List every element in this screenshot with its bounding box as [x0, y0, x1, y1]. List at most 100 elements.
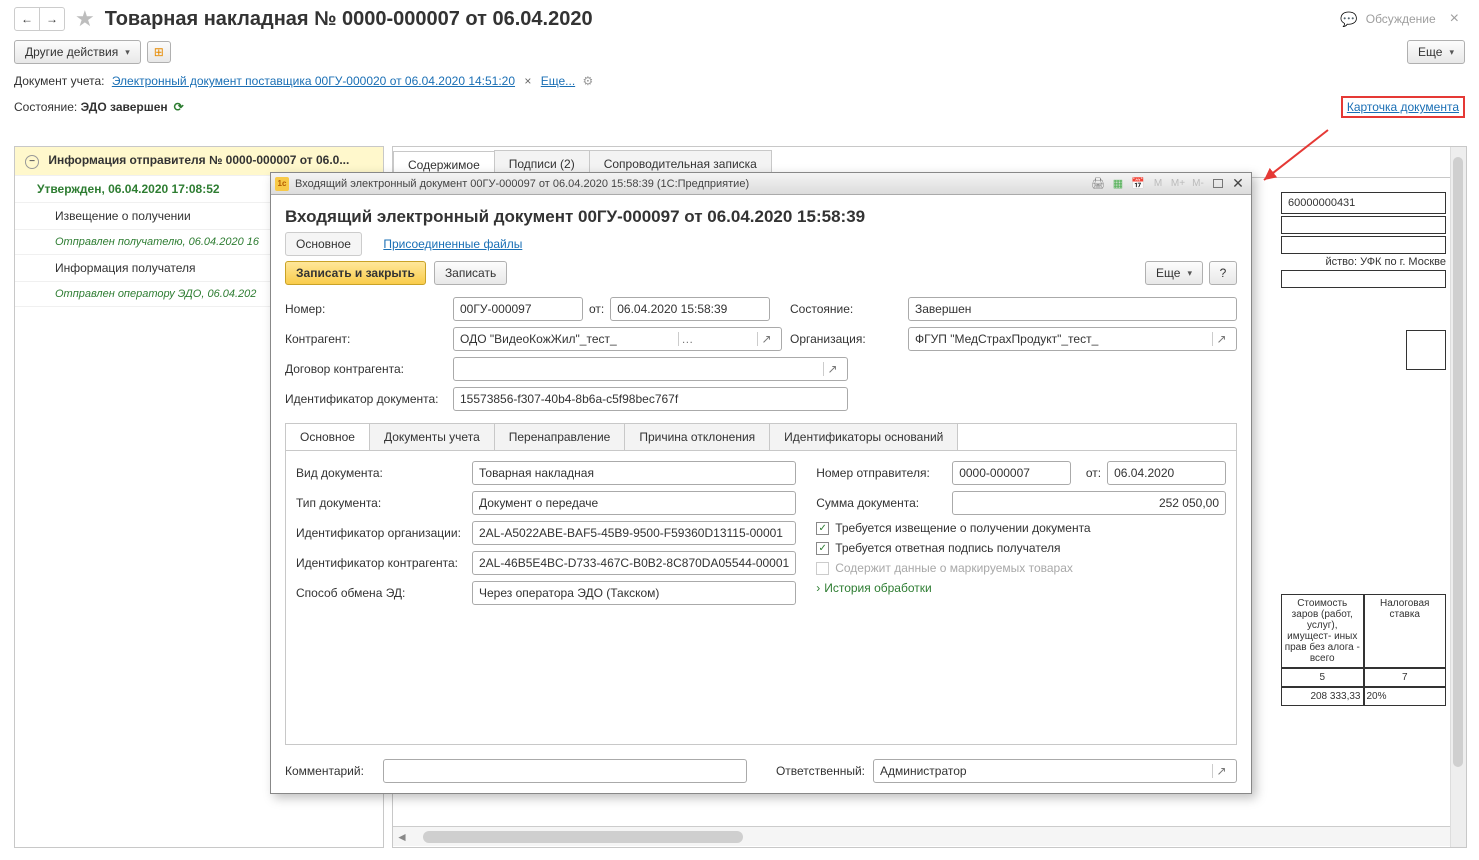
- chk-notice[interactable]: ✓ Требуется извещение о получении докуме…: [816, 521, 1226, 535]
- state-label: Состояние:: [790, 302, 900, 316]
- discussion-label[interactable]: Обсуждение: [1366, 12, 1436, 26]
- vertical-scrollbar[interactable]: [1450, 147, 1466, 847]
- bg-empty-3: [1281, 270, 1446, 288]
- gear-icon[interactable]: ⚙: [583, 74, 594, 88]
- structure-button[interactable]: ⊞: [147, 41, 171, 63]
- counterparty-label: Контрагент:: [285, 332, 445, 346]
- from-label: от:: [589, 302, 604, 316]
- discussion-icon[interactable]: 💬: [1340, 11, 1357, 28]
- nav-back-button[interactable]: ←: [14, 7, 40, 31]
- bg-val-5: 208 333,33: [1281, 687, 1364, 706]
- help-button[interactable]: ?: [1209, 261, 1237, 285]
- doc-account-link[interactable]: Электронный документ поставщика 00ГУ-000…: [112, 74, 515, 88]
- bg-col-rate: Налоговая ставка: [1364, 594, 1447, 668]
- open-icon[interactable]: ↗: [1212, 764, 1230, 778]
- history-link[interactable]: › История обработки: [816, 581, 1226, 595]
- favorite-star-icon[interactable]: ★: [75, 6, 95, 32]
- hscroll-left-icon[interactable]: ◄: [393, 830, 411, 844]
- sum-label: Сумма документа:: [816, 496, 946, 510]
- responsible-input[interactable]: Администратор ↗: [873, 759, 1237, 783]
- close-page-icon[interactable]: ×: [1444, 10, 1465, 28]
- doc-type-input[interactable]: Документ о передаче: [472, 491, 796, 515]
- chk-signature[interactable]: ✓ Требуется ответная подпись получателя: [816, 541, 1226, 555]
- responsible-label: Ответственный:: [755, 764, 865, 778]
- doc-account-clear-icon[interactable]: ×: [524, 74, 531, 88]
- calendar-icon[interactable]: 📅: [1129, 176, 1147, 192]
- cparty-id-input[interactable]: 2AL-46B5E4BC-D733-467C-B0B2-8C870DA05544…: [472, 551, 796, 575]
- inner-tab-reject[interactable]: Причина отклонения: [625, 424, 770, 450]
- number-input[interactable]: 00ГУ-000097: [453, 297, 583, 321]
- open-icon[interactable]: ↗: [757, 332, 775, 346]
- status-label: Состояние:: [14, 100, 77, 114]
- organization-label: Организация:: [790, 332, 900, 346]
- print-icon[interactable]: 🖨: [1089, 176, 1107, 192]
- maximize-icon[interactable]: [1209, 176, 1227, 192]
- structure-icon: ⊞: [154, 45, 164, 59]
- modal-nav-files[interactable]: Присоединенные файлы: [383, 237, 522, 251]
- exchange-input[interactable]: Через оператора ЭДО (Такском): [472, 581, 796, 605]
- sender-from-label: от:: [1077, 466, 1101, 480]
- comment-label: Комментарий:: [285, 764, 375, 778]
- from-input[interactable]: 06.04.2020 15:58:39: [610, 297, 770, 321]
- vscroll-thumb[interactable]: [1453, 157, 1463, 767]
- collapse-icon[interactable]: −: [25, 155, 39, 169]
- horizontal-scrollbar[interactable]: ◄ ►: [393, 826, 1466, 846]
- inner-tab-redirect[interactable]: Перенаправление: [495, 424, 626, 450]
- incoming-edoc-modal: 1c Входящий электронный документ 00ГУ-00…: [270, 172, 1252, 794]
- contract-input[interactable]: ↗: [453, 357, 848, 381]
- modal-heading: Входящий электронный документ 00ГУ-00009…: [285, 207, 1237, 227]
- org-id-input[interactable]: 2AL-A5022ABE-BAF5-45B9-9500-F59360D13115…: [472, 521, 796, 545]
- inner-tab-main[interactable]: Основное: [286, 424, 370, 450]
- bg-val-7: 20%: [1364, 687, 1447, 706]
- hscroll-thumb[interactable]: [423, 831, 743, 843]
- write-button[interactable]: Записать: [434, 261, 507, 285]
- number-label: Номер:: [285, 302, 445, 316]
- more-label: Еще: [1418, 45, 1442, 59]
- refresh-icon[interactable]: ⟳: [174, 100, 184, 114]
- other-actions-button[interactable]: Другие действия: [14, 40, 141, 64]
- doc-kind-input[interactable]: Товарная накладная: [472, 461, 796, 485]
- m-icon[interactable]: M: [1149, 176, 1167, 192]
- checkbox-unchecked-icon: [816, 562, 829, 575]
- open-icon[interactable]: ↗: [823, 362, 841, 376]
- doc-account-more-link[interactable]: Еще...: [541, 74, 575, 88]
- nav-forward-button[interactable]: →: [39, 7, 65, 31]
- organization-input[interactable]: ФГУП "МедСтрахПродукт"_тест_ ↗: [908, 327, 1237, 351]
- m-plus-icon[interactable]: M+: [1169, 176, 1187, 192]
- more-button[interactable]: Еще: [1407, 40, 1465, 64]
- doc-id-input[interactable]: 15573856-f307-40b4-8b6a-c5f98bec767f: [453, 387, 848, 411]
- other-actions-label: Другие действия: [25, 45, 118, 59]
- m-minus-icon[interactable]: M-: [1189, 176, 1207, 192]
- counterparty-input[interactable]: ОДО "ВидеоКожЖил"_тест_ … ↗: [453, 327, 782, 351]
- modal-close-icon[interactable]: ✕: [1229, 176, 1247, 192]
- sender-from-input[interactable]: 06.04.2020: [1107, 461, 1226, 485]
- tree-header-label: Информация отправителя № 0000-000007 от …: [48, 153, 349, 167]
- modal-more-label: Еще: [1156, 266, 1180, 280]
- chk-marking[interactable]: Содержит данные о маркируемых товарах: [816, 561, 1226, 575]
- bg-col-cost: Стоимость заров (работ, услуг), имущест-…: [1281, 594, 1364, 668]
- open-icon[interactable]: ↗: [1212, 332, 1230, 346]
- select-icon[interactable]: …: [678, 332, 696, 346]
- bg-treasury: йство: УФК по г. Москве: [1281, 256, 1446, 268]
- inner-tab-ids[interactable]: Идентификаторы оснований: [770, 424, 958, 450]
- inner-tab-ledger[interactable]: Документы учета: [370, 424, 495, 450]
- modal-more-button[interactable]: Еще: [1145, 261, 1203, 285]
- grid-icon[interactable]: ▦: [1109, 176, 1127, 192]
- sender-no-input[interactable]: 0000-000007: [952, 461, 1071, 485]
- chevron-right-icon: ›: [816, 581, 820, 595]
- comment-input[interactable]: [383, 759, 747, 783]
- bg-box-1: [1406, 330, 1446, 370]
- background-doc-fragment: 60000000431 йство: УФК по г. Москве: [1281, 192, 1446, 372]
- document-card-link[interactable]: Карточка документа: [1347, 100, 1459, 114]
- bg-colnum-5: 5: [1281, 668, 1364, 687]
- doc-account-label: Документ учета:: [14, 74, 104, 88]
- sender-no-label: Номер отправителя:: [816, 466, 946, 480]
- modal-nav-main[interactable]: Основное: [285, 232, 362, 256]
- sum-input[interactable]: 252 050,00: [952, 491, 1226, 515]
- bg-empty-2: [1281, 236, 1446, 254]
- bg-colnum-7: 7: [1364, 668, 1447, 687]
- write-and-close-button[interactable]: Записать и закрыть: [285, 261, 426, 285]
- exchange-label: Способ обмена ЭД:: [296, 586, 466, 600]
- contract-label: Договор контрагента:: [285, 362, 445, 376]
- state-input[interactable]: Завершен: [908, 297, 1237, 321]
